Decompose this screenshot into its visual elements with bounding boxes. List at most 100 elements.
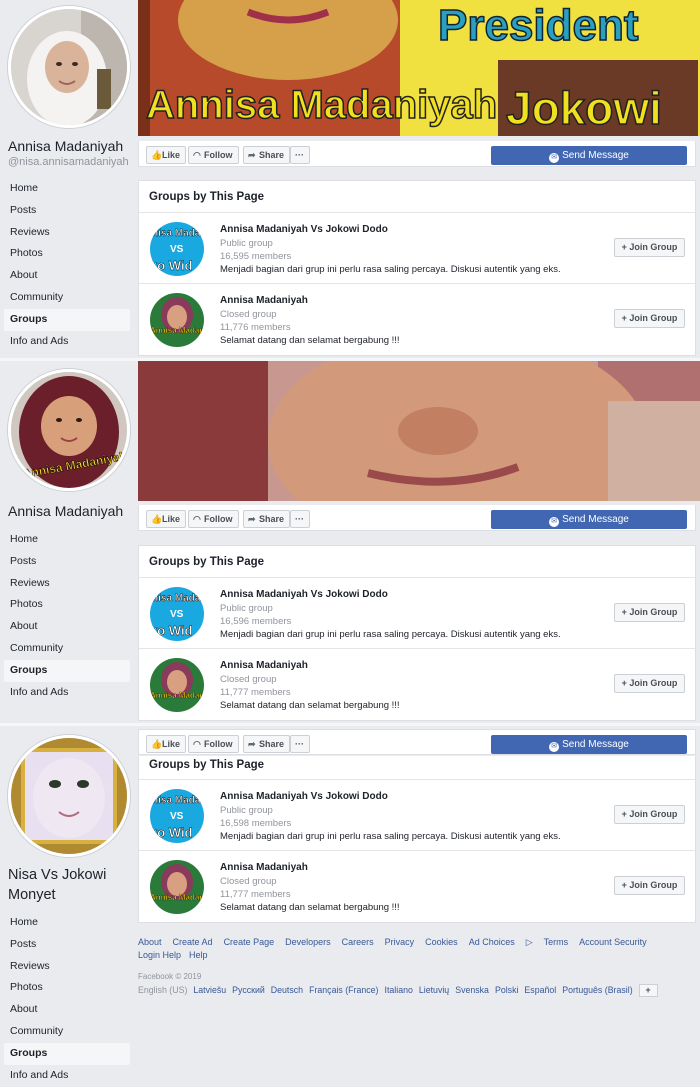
nav-item-groups[interactable]: Groups: [4, 308, 130, 331]
svg-text:Annisa Madaniyah: Annisa Madaniyah: [150, 326, 204, 335]
nav-item-groups[interactable]: Groups: [4, 1042, 130, 1065]
nav-item-home[interactable]: Home: [4, 178, 130, 200]
group-row[interactable]: nisa Madan VS ko Wid Annisa Madaniyah Vs J…: [139, 780, 695, 851]
group-row[interactable]: nisa Madan VS ko Wid Annisa Madaniyah Vs J…: [139, 578, 695, 649]
more-options-button[interactable]: ···: [290, 735, 310, 753]
join-group-button[interactable]: + Join Group: [614, 674, 685, 693]
footer-link-create-page[interactable]: Create Page: [224, 937, 275, 947]
group-name[interactable]: Annisa Madaniyah Vs Jokowi Dodo: [220, 224, 388, 235]
like-button[interactable]: 👍Like: [146, 735, 187, 753]
groups-card: Groups by This Page nisa Madan VS ko Wid A…: [138, 545, 696, 721]
join-group-button[interactable]: + Join Group: [614, 309, 685, 328]
group-row[interactable]: Annisa Madaniyah Annisa Madaniyah Closed…: [139, 649, 695, 720]
nav-item-community[interactable]: Community: [4, 638, 130, 660]
nav-item-community[interactable]: Community: [4, 1021, 130, 1043]
nav-item-reviews[interactable]: Reviews: [4, 956, 130, 978]
join-group-button[interactable]: + Join Group: [614, 238, 685, 257]
more-options-button[interactable]: ···: [290, 510, 310, 528]
nav-item-info-ads[interactable]: Info and Ads: [4, 331, 130, 353]
nav-item-posts[interactable]: Posts: [4, 934, 130, 956]
group-row[interactable]: Annisa Madaniyah Annisa Madaniyah Closed…: [139, 284, 695, 355]
footer-link-account-security[interactable]: Account Security: [579, 937, 647, 947]
footer-link-login-help[interactable]: Login Help: [138, 950, 181, 960]
language-link[interactable]: Русский: [232, 985, 265, 995]
like-button[interactable]: 👍Like: [146, 146, 187, 164]
share-label: Share: [259, 739, 285, 749]
group-thumbnail[interactable]: Annisa Madaniyah: [150, 860, 204, 914]
follow-button[interactable]: ◠ Follow: [188, 146, 239, 164]
page-title: Annisa Madaniyah: [8, 503, 124, 519]
nav-item-reviews[interactable]: Reviews: [4, 222, 130, 244]
share-button[interactable]: ➦ Share: [243, 510, 291, 528]
rss-icon: ◠: [193, 150, 201, 160]
page-nav: Home Posts Reviews Photos About Communit…: [4, 529, 130, 703]
group-name[interactable]: Annisa Madaniyah: [220, 660, 308, 671]
group-row[interactable]: nisa Madan VS ko Wid Annisa Madaniyah Vs J…: [139, 213, 695, 284]
footer-link-careers[interactable]: Careers: [342, 937, 374, 947]
nav-item-photos[interactable]: Photos: [4, 594, 130, 616]
group-name[interactable]: Annisa Madaniyah Vs Jokowi Dodo: [220, 791, 388, 802]
nav-item-reviews[interactable]: Reviews: [4, 573, 130, 595]
group-thumbnail[interactable]: Annisa Madaniyah: [150, 658, 204, 712]
group-thumbnail[interactable]: nisa Madan VS ko Wid: [150, 789, 204, 843]
nav-item-about[interactable]: About: [4, 265, 130, 287]
language-link[interactable]: Lietuvių: [419, 985, 449, 995]
footer-link-cookies[interactable]: Cookies: [425, 937, 458, 947]
nav-item-posts[interactable]: Posts: [4, 200, 130, 222]
more-languages-button[interactable]: +: [638, 984, 658, 997]
group-name[interactable]: Annisa Madaniyah: [220, 862, 308, 873]
language-link[interactable]: Latviešu: [193, 985, 226, 995]
group-row[interactable]: Annisa Madaniyah Annisa Madaniyah Closed…: [139, 851, 695, 922]
cover-photo[interactable]: President Annisa Madaniyah Jokowi: [138, 0, 700, 136]
more-options-button[interactable]: ···: [290, 146, 310, 164]
join-group-button[interactable]: + Join Group: [614, 805, 685, 824]
language-link[interactable]: Deutsch: [271, 985, 303, 995]
footer-link-create-ad[interactable]: Create Ad: [173, 937, 213, 947]
group-thumbnail[interactable]: nisa Madan VS ko Wid: [150, 222, 204, 276]
nav-item-about[interactable]: About: [4, 999, 130, 1021]
footer-link-help[interactable]: Help: [189, 950, 208, 960]
footer-link-privacy[interactable]: Privacy: [385, 937, 415, 947]
profile-avatar[interactable]: [8, 735, 130, 857]
follow-button[interactable]: ◠ Follow: [188, 735, 239, 753]
footer-link-developers[interactable]: Developers: [285, 937, 331, 947]
nav-item-info-ads[interactable]: Info and Ads: [4, 682, 130, 704]
footer-link-about[interactable]: About: [138, 937, 162, 947]
send-message-button[interactable]: ✉ Send Message: [491, 735, 687, 754]
nav-item-home[interactable]: Home: [4, 529, 130, 551]
send-message-button[interactable]: ✉ Send Message: [491, 146, 687, 165]
group-thumbnail[interactable]: nisa Madan VS ko Wid: [150, 587, 204, 641]
nav-item-groups[interactable]: Groups: [4, 659, 130, 682]
nav-item-home[interactable]: Home: [4, 912, 130, 934]
nav-item-posts[interactable]: Posts: [4, 551, 130, 573]
follow-button[interactable]: ◠ Follow: [188, 510, 239, 528]
language-link[interactable]: Español: [524, 985, 556, 995]
profile-avatar[interactable]: [8, 6, 130, 128]
language-list: English (US) Latviešu Русский Deutsch França…: [138, 984, 698, 997]
language-link[interactable]: Português (Brasil): [562, 985, 632, 995]
group-name[interactable]: Annisa Madaniyah Vs Jokowi Dodo: [220, 589, 388, 600]
profile-avatar[interactable]: Annisa Madaniyah: [8, 369, 130, 491]
join-group-button[interactable]: + Join Group: [614, 603, 685, 622]
nav-item-photos[interactable]: Photos: [4, 977, 130, 999]
language-link[interactable]: Svenska: [455, 985, 489, 995]
like-button[interactable]: 👍Like: [146, 510, 187, 528]
language-link[interactable]: Italiano: [385, 985, 413, 995]
cover-photo[interactable]: [138, 361, 700, 501]
language-link[interactable]: Français (France): [309, 985, 378, 995]
nav-item-about[interactable]: About: [4, 616, 130, 638]
send-message-button[interactable]: ✉ Send Message: [491, 510, 687, 529]
group-name[interactable]: Annisa Madaniyah: [220, 295, 308, 306]
group-thumbnail[interactable]: Annisa Madaniyah: [150, 293, 204, 347]
share-button[interactable]: ➦ Share: [243, 735, 291, 753]
ad-choices-icon: ▷: [525, 937, 533, 947]
nav-item-community[interactable]: Community: [4, 287, 130, 309]
footer-link-ad-choices[interactable]: Ad Choices: [469, 937, 526, 947]
sidebar: Nisa Vs Jokowi Monyet Home Posts Reviews…: [0, 726, 134, 1087]
nav-item-photos[interactable]: Photos: [4, 243, 130, 265]
nav-item-info-ads[interactable]: Info and Ads: [4, 1065, 130, 1087]
footer-link-terms[interactable]: Terms: [544, 937, 569, 947]
share-button[interactable]: ➦ Share: [243, 146, 291, 164]
join-group-button[interactable]: + Join Group: [614, 876, 685, 895]
language-link[interactable]: Polski: [495, 985, 518, 995]
